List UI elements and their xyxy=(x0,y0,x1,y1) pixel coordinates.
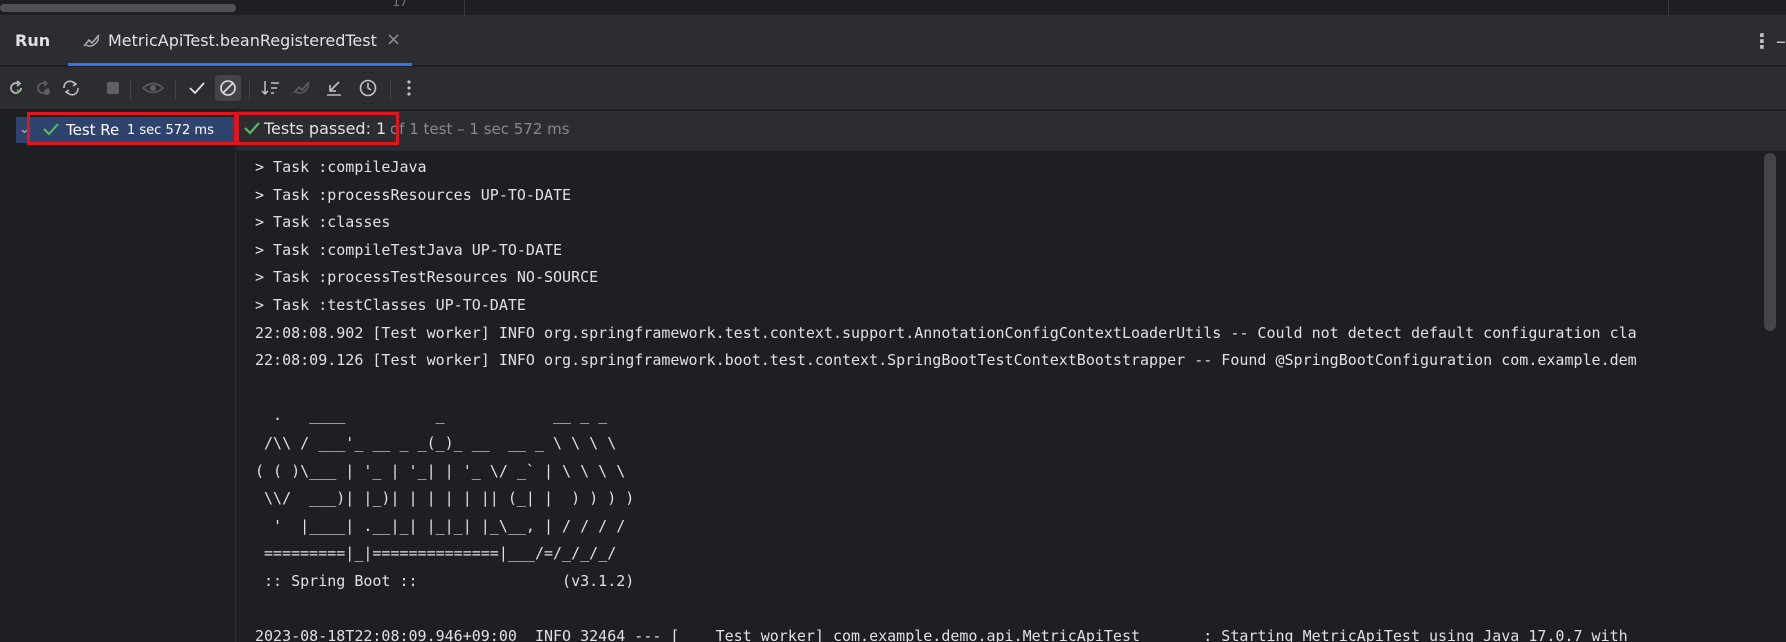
gutter-divider xyxy=(464,0,465,16)
toolbar-separator xyxy=(130,79,131,99)
console-vertical-scrollbar[interactable] xyxy=(1764,153,1776,331)
run-tool-window-header: Run MetricApiTest.beanRegisteredTest × ⋮… xyxy=(0,16,1786,66)
tool-window-title: Run xyxy=(15,31,51,50)
rerun-icon[interactable] xyxy=(3,75,29,101)
console-line: > Task :compileJava xyxy=(255,158,427,176)
tab-run-config[interactable]: MetricApiTest.beanRegisteredTest × xyxy=(68,16,412,66)
editor-horizontal-scrollbar[interactable] xyxy=(0,4,236,12)
highlight-box xyxy=(27,112,237,145)
tests-summary-label: of 1 test – 1 sec 572 ms xyxy=(390,120,570,138)
close-icon[interactable]: × xyxy=(386,29,401,50)
console-line: . ____ _ __ _ _ xyxy=(255,406,608,425)
console-line: > Task :testClasses UP-TO-DATE xyxy=(255,295,526,314)
test-config-icon xyxy=(82,32,102,50)
line-number: 17 xyxy=(392,0,408,10)
minimize-icon[interactable]: – xyxy=(1776,29,1786,53)
console-line: > Task :compileTestJava UP-TO-DATE xyxy=(255,240,563,259)
console-line: :: Spring Boot :: (v3.1.2) xyxy=(255,571,635,590)
highlight-box xyxy=(236,112,399,145)
console-line: ' |____| .__|_| |_|_| |_\__, | / / / / xyxy=(255,516,626,535)
active-tab-indicator xyxy=(68,63,412,66)
run-toolbar xyxy=(0,67,1786,110)
editor-area-sliver: 17 xyxy=(0,0,1786,16)
more-options-icon[interactable]: ⋮ xyxy=(1752,29,1772,53)
console-line: > Task :processResources UP-TO-DATE xyxy=(255,185,572,204)
show-preview-icon[interactable] xyxy=(140,75,166,101)
console-line: > Task :processTestResources NO-SOURCE xyxy=(255,268,599,287)
import-tests-icon[interactable] xyxy=(289,75,315,101)
tab-label: MetricApiTest.beanRegisteredTest xyxy=(108,31,377,50)
toggle-auto-test-icon[interactable] xyxy=(58,75,84,101)
console-line: ( ( )\___ | '_ | '_| | '_ \/ _` | \ \ \ … xyxy=(255,461,626,480)
show-ignored-icon[interactable] xyxy=(215,75,241,101)
console-line: \\/ ___)| |_)| | | | | || (_| | ) ) ) ) xyxy=(255,489,635,508)
sort-icon[interactable] xyxy=(258,75,284,101)
console-line: 2023-08-18T22:08:09.946+09:00 INFO 32464… xyxy=(255,627,1628,642)
toolbar-separator xyxy=(249,79,250,99)
stop-icon[interactable] xyxy=(100,75,126,101)
test-tree-panel: ⌄ Test Re 1 sec 572 ms xyxy=(0,111,236,642)
console-line: > Task :classes xyxy=(255,213,391,232)
right-margin-divider xyxy=(1668,0,1669,16)
console-line: =========|_|==============|___/=/_/_/_/ xyxy=(255,544,617,563)
more-icon[interactable] xyxy=(396,75,422,101)
console-lines: > Task :compileJava > Task :processResour… xyxy=(255,154,1637,642)
history-icon[interactable] xyxy=(355,75,381,101)
toolbar-separator xyxy=(175,79,176,99)
rerun-failed-icon[interactable] xyxy=(30,75,56,101)
collapse-all-icon[interactable] xyxy=(321,75,347,101)
console-output[interactable]: > Task :compileJava > Task :processResour… xyxy=(237,152,1786,642)
show-passed-icon[interactable] xyxy=(184,75,210,101)
console-line: 22:08:09.126 [Test worker] INFO org.spri… xyxy=(255,351,1637,370)
console-line: 22:08:08.902 [Test worker] INFO org.spri… xyxy=(255,323,1637,342)
test-status-bar: Tests passed: 1 of 1 test – 1 sec 572 ms xyxy=(237,111,1786,151)
toolbar-separator xyxy=(390,79,391,99)
console-line: /\\ / ___'_ __ _ _(_)_ __ __ _ \ \ \ \ xyxy=(255,433,617,452)
